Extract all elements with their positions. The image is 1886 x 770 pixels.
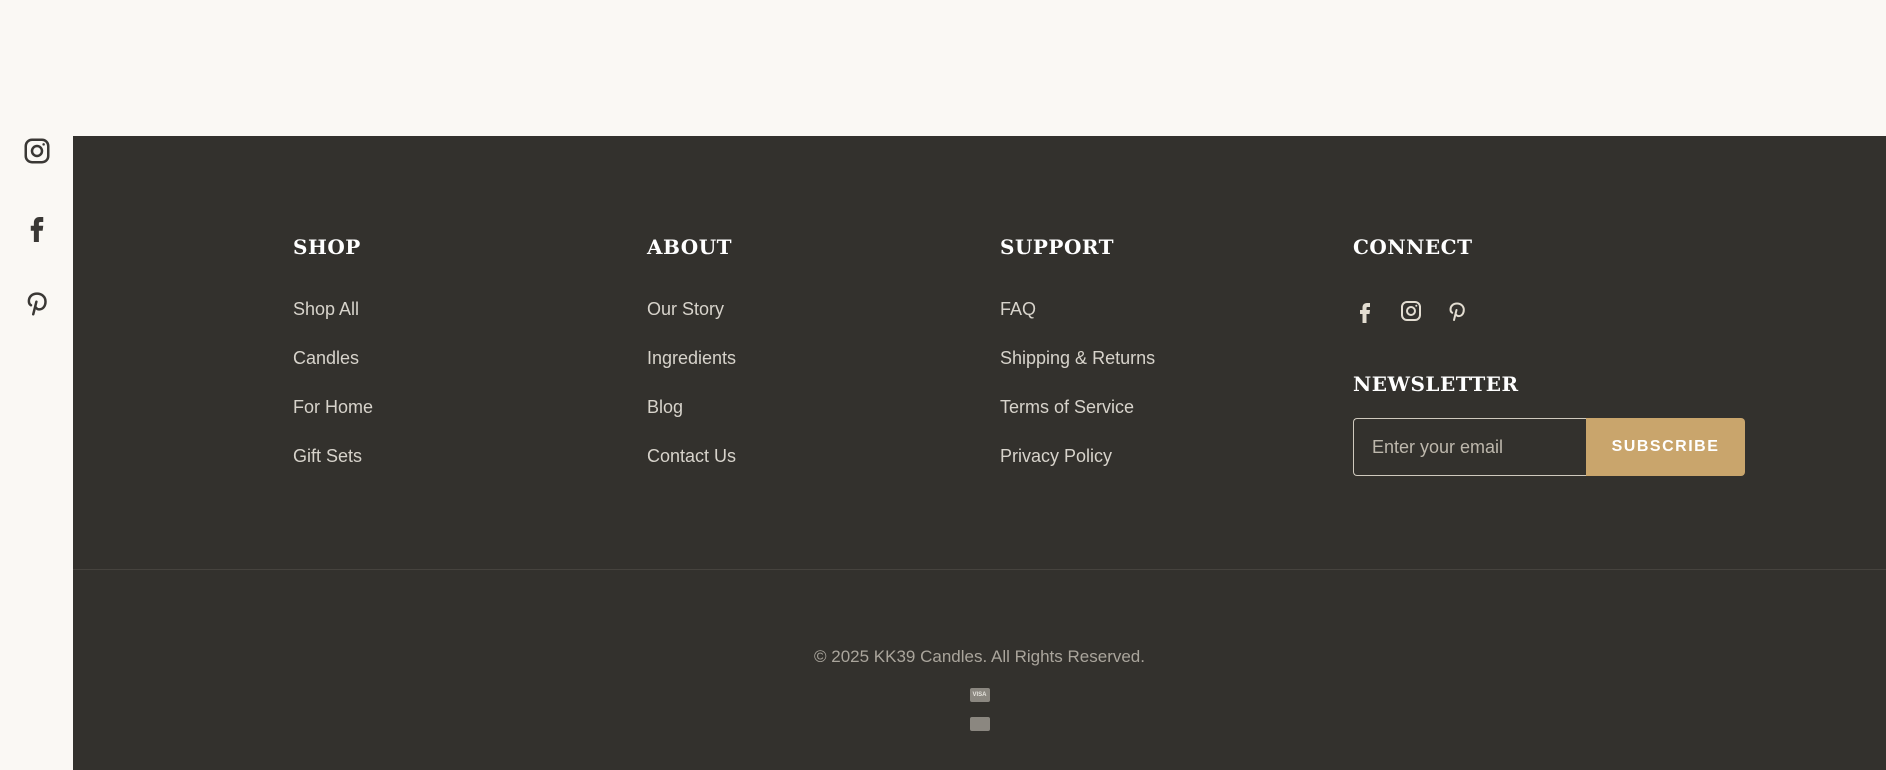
facebook-icon[interactable] xyxy=(22,212,52,242)
footer-column-about: ABOUT Our Story Ingredients Blog Contact… xyxy=(647,235,736,493)
email-field[interactable] xyxy=(1353,418,1586,476)
copyright-text: © 2025 KK39 Candles. All Rights Reserved… xyxy=(814,647,1145,666)
facebook-icon[interactable] xyxy=(1353,299,1377,323)
shop-links: Shop All Candles For Home Gift Sets xyxy=(293,297,373,493)
footer-link-our-story[interactable]: Our Story xyxy=(647,299,724,319)
pinterest-icon[interactable] xyxy=(1445,299,1469,323)
footer-link-terms-of-service[interactable]: Terms of Service xyxy=(1000,397,1134,417)
footer-bottom: © 2025 KK39 Candles. All Rights Reserved… xyxy=(73,570,1886,770)
footer-link-privacy-policy[interactable]: Privacy Policy xyxy=(1000,446,1112,466)
footer-top: SHOP Shop All Candles For Home Gift Sets… xyxy=(73,136,1886,569)
footer-link-shop-all[interactable]: Shop All xyxy=(293,299,359,319)
support-links: FAQ Shipping & Returns Terms of Service … xyxy=(1000,297,1155,493)
newsletter-heading: NEWSLETTER xyxy=(1353,372,1519,396)
footer-link-gift-sets[interactable]: Gift Sets xyxy=(293,446,362,466)
about-heading: ABOUT xyxy=(647,235,733,259)
footer-link-blog[interactable]: Blog xyxy=(647,397,683,417)
connect-social-icons xyxy=(1353,297,1745,325)
shop-heading: SHOP xyxy=(293,235,361,259)
footer-link-for-home[interactable]: For Home xyxy=(293,397,373,417)
footer-link-faq[interactable]: FAQ xyxy=(1000,299,1036,319)
newsletter-form: SUBSCRIBE xyxy=(1353,418,1745,476)
side-social-bar xyxy=(0,136,73,318)
about-links: Our Story Ingredients Blog Contact Us xyxy=(647,297,736,493)
card-icon xyxy=(969,717,990,731)
footer-link-shipping-returns[interactable]: Shipping & Returns xyxy=(1000,348,1155,368)
payment-icons: VISA xyxy=(969,688,990,731)
page: SHOP Shop All Candles For Home Gift Sets… xyxy=(0,0,1886,770)
site-footer: SHOP Shop All Candles For Home Gift Sets… xyxy=(73,136,1886,770)
pinterest-icon[interactable] xyxy=(22,288,52,318)
subscribe-button[interactable]: SUBSCRIBE xyxy=(1586,418,1745,476)
footer-link-contact-us[interactable]: Contact Us xyxy=(647,446,736,466)
instagram-icon[interactable] xyxy=(1399,299,1423,323)
connect-heading: CONNECT xyxy=(1353,235,1473,259)
footer-column-support: SUPPORT FAQ Shipping & Returns Terms of … xyxy=(1000,235,1155,493)
footer-link-candles[interactable]: Candles xyxy=(293,348,359,368)
instagram-icon[interactable] xyxy=(22,136,52,166)
footer-column-shop: SHOP Shop All Candles For Home Gift Sets xyxy=(293,235,373,493)
footer-column-connect: CONNECT NEWSLETTER Enter your email SUBS… xyxy=(1353,235,1745,476)
footer-link-ingredients[interactable]: Ingredients xyxy=(647,348,736,368)
visa-icon: VISA xyxy=(969,688,990,702)
support-heading: SUPPORT xyxy=(1000,235,1115,259)
